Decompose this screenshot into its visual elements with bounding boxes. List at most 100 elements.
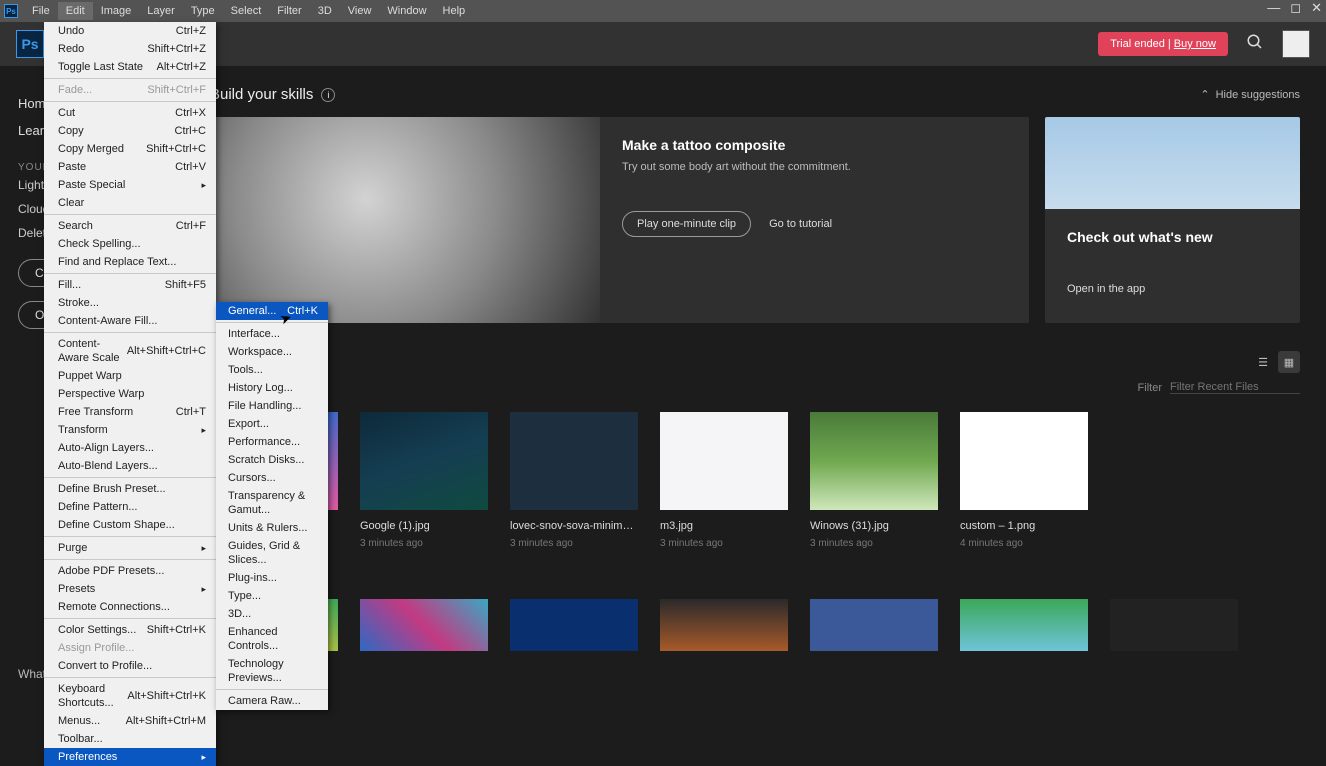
- submenu-item[interactable]: Export...: [216, 415, 328, 433]
- goto-tutorial-link[interactable]: Go to tutorial: [769, 218, 832, 230]
- recent-file-thumb[interactable]: Google (1).jpg3 minutes ago: [360, 412, 488, 549]
- submenu-item[interactable]: History Log...: [216, 379, 328, 397]
- menu-item[interactable]: CopyCtrl+C: [44, 122, 216, 140]
- menu-item[interactable]: Auto-Blend Layers...: [44, 457, 216, 475]
- buy-now-link[interactable]: Buy now: [1174, 38, 1216, 50]
- whatsnew-title: Check out what's new: [1067, 229, 1278, 245]
- submenu-item[interactable]: Performance...: [216, 433, 328, 451]
- submenu-item[interactable]: Cursors...: [216, 469, 328, 487]
- menu-item[interactable]: Find and Replace Text...: [44, 253, 216, 271]
- menu-item[interactable]: Toggle Last StateAlt+Ctrl+Z: [44, 58, 216, 76]
- info-icon[interactable]: i: [321, 88, 335, 102]
- menu-item[interactable]: Paste Special: [44, 176, 216, 194]
- menu-item[interactable]: Perspective Warp: [44, 385, 216, 403]
- thumb-name: Winows (31).jpg: [810, 520, 938, 532]
- menu-item[interactable]: Remote Connections...: [44, 598, 216, 616]
- search-icon[interactable]: [1246, 33, 1264, 56]
- submenu-item[interactable]: Units & Rulers...: [216, 519, 328, 537]
- menu-item[interactable]: Auto-Align Layers...: [44, 439, 216, 457]
- menu-item[interactable]: Copy MergedShift+Ctrl+C: [44, 140, 216, 158]
- menubar-type[interactable]: Type: [183, 2, 223, 20]
- menu-item[interactable]: Puppet Warp: [44, 367, 216, 385]
- menu-item[interactable]: Stroke...: [44, 294, 216, 312]
- menubar-window[interactable]: Window: [379, 2, 434, 20]
- menu-item[interactable]: Presets: [44, 580, 216, 598]
- recent-file-thumb[interactable]: m3.jpg3 minutes ago: [660, 412, 788, 549]
- recent-file-thumb[interactable]: [660, 599, 788, 651]
- submenu-item[interactable]: General...Ctrl+K: [216, 302, 328, 320]
- submenu-item[interactable]: File Handling...: [216, 397, 328, 415]
- close-icon[interactable]: ✕: [1311, 0, 1322, 16]
- submenu-item[interactable]: Guides, Grid & Slices...: [216, 537, 328, 569]
- thumb-time: 3 minutes ago: [660, 538, 788, 549]
- menu-item[interactable]: Content-Aware ScaleAlt+Shift+Ctrl+C: [44, 335, 216, 367]
- menubar-view[interactable]: View: [340, 2, 380, 20]
- recent-file-thumb[interactable]: [810, 599, 938, 651]
- submenu-item[interactable]: Interface...: [216, 325, 328, 343]
- submenu-item[interactable]: Camera Raw...: [216, 692, 328, 710]
- recent-file-thumb[interactable]: [510, 599, 638, 651]
- menubar-3d[interactable]: 3D: [310, 2, 340, 20]
- submenu-item[interactable]: Tools...: [216, 361, 328, 379]
- menu-item[interactable]: RedoShift+Ctrl+Z: [44, 40, 216, 58]
- submenu-item[interactable]: Transparency & Gamut...: [216, 487, 328, 519]
- submenu-item[interactable]: Technology Previews...: [216, 655, 328, 687]
- submenu-item[interactable]: Type...: [216, 587, 328, 605]
- avatar[interactable]: [1282, 30, 1310, 58]
- menu-item[interactable]: Preferences: [44, 748, 216, 766]
- menu-item[interactable]: Keyboard Shortcuts...Alt+Shift+Ctrl+K: [44, 680, 216, 712]
- menu-item[interactable]: CutCtrl+X: [44, 104, 216, 122]
- maximize-icon[interactable]: ◻: [1290, 0, 1301, 16]
- recent-file-thumb[interactable]: [360, 599, 488, 651]
- filter-input[interactable]: [1170, 381, 1300, 394]
- menu-item[interactable]: Menus...Alt+Shift+Ctrl+M: [44, 712, 216, 730]
- menu-item[interactable]: Free TransformCtrl+T: [44, 403, 216, 421]
- menu-item[interactable]: Convert to Profile...: [44, 657, 216, 675]
- menubar-filter[interactable]: Filter: [269, 2, 309, 20]
- grid-view-button[interactable]: ▦: [1278, 351, 1300, 373]
- trial-ended-label: Trial ended: [1110, 38, 1165, 50]
- menu-item[interactable]: PasteCtrl+V: [44, 158, 216, 176]
- menu-item[interactable]: Transform: [44, 421, 216, 439]
- menubar-image[interactable]: Image: [93, 2, 140, 20]
- menu-item[interactable]: Adobe PDF Presets...: [44, 562, 216, 580]
- submenu-item[interactable]: Scratch Disks...: [216, 451, 328, 469]
- menu-item[interactable]: Define Custom Shape...: [44, 516, 216, 534]
- list-view-button[interactable]: ☰: [1252, 351, 1274, 373]
- menu-item[interactable]: Define Brush Preset...: [44, 480, 216, 498]
- main-panel: Build your skills i ⌃ Hide suggestions M…: [200, 66, 1326, 721]
- submenu-item[interactable]: Workspace...: [216, 343, 328, 361]
- menu-item[interactable]: Define Pattern...: [44, 498, 216, 516]
- recent-file-thumb[interactable]: Winows (31).jpg3 minutes ago: [810, 412, 938, 549]
- menu-item[interactable]: Purge: [44, 539, 216, 557]
- hide-suggestions-button[interactable]: ⌃ Hide suggestions: [1200, 88, 1300, 101]
- menu-item[interactable]: Check Spelling...: [44, 235, 216, 253]
- menu-item[interactable]: Clear: [44, 194, 216, 212]
- menubar-layer[interactable]: Layer: [139, 2, 183, 20]
- menubar-help[interactable]: Help: [435, 2, 474, 20]
- trial-status-pill[interactable]: Trial ended | Buy now: [1098, 32, 1228, 56]
- menubar-file[interactable]: File: [24, 2, 58, 20]
- play-clip-button[interactable]: Play one-minute clip: [622, 211, 751, 237]
- menubar-select[interactable]: Select: [223, 2, 270, 20]
- recent-file-thumb[interactable]: [960, 599, 1088, 651]
- open-in-app-link[interactable]: Open in the app: [1067, 283, 1145, 295]
- menu-item[interactable]: Content-Aware Fill...: [44, 312, 216, 330]
- menu-item[interactable]: UndoCtrl+Z: [44, 22, 216, 40]
- recent-file-thumb[interactable]: [1110, 599, 1238, 651]
- thumb-name: custom – 1.png: [960, 520, 1088, 532]
- menu-item[interactable]: SearchCtrl+F: [44, 217, 216, 235]
- submenu-item[interactable]: 3D...: [216, 605, 328, 623]
- menu-item[interactable]: Color Settings...Shift+Ctrl+K: [44, 621, 216, 639]
- submenu-item[interactable]: Enhanced Controls...: [216, 623, 328, 655]
- recent-file-thumb[interactable]: custom – 1.png4 minutes ago: [960, 412, 1088, 549]
- menu-item[interactable]: Toolbar...: [44, 730, 216, 748]
- menu-item[interactable]: Fill...Shift+F5: [44, 276, 216, 294]
- chevron-up-icon: ⌃: [1200, 88, 1209, 101]
- menubar-edit[interactable]: Edit: [58, 2, 93, 20]
- submenu-item[interactable]: Plug-ins...: [216, 569, 328, 587]
- minimize-icon[interactable]: —: [1267, 0, 1280, 16]
- menu-item[interactable]: Fade...Shift+Ctrl+F: [44, 81, 216, 99]
- recent-file-thumb[interactable]: lovec-snov-sova-minimalizm.jpg3 minutes …: [510, 412, 638, 549]
- menu-item[interactable]: Assign Profile...: [44, 639, 216, 657]
